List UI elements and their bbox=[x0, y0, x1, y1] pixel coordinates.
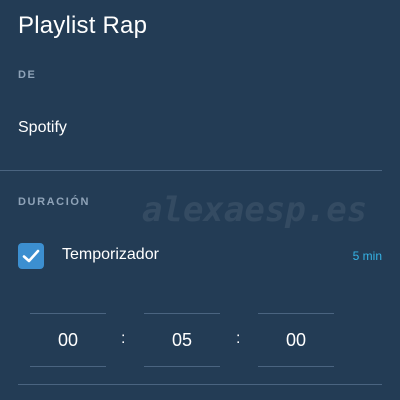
seconds-field[interactable]: 00 bbox=[258, 313, 334, 367]
source-section-label: DE bbox=[18, 69, 37, 81]
page-title: Playlist Rap bbox=[18, 12, 148, 39]
source-selector[interactable]: Spotify bbox=[0, 108, 382, 171]
timer-row[interactable]: Temporizador 5 min bbox=[0, 238, 400, 272]
timer-checkbox[interactable] bbox=[18, 243, 44, 269]
watermark: alexaesp.es bbox=[142, 190, 368, 230]
source-value: Spotify bbox=[18, 119, 67, 136]
divider bbox=[18, 384, 382, 385]
routine-action-screen: Playlist Rap DE Spotify DURACIÓN alexaes… bbox=[0, 0, 400, 400]
check-icon bbox=[22, 249, 40, 263]
time-separator: : bbox=[121, 330, 126, 347]
timer-summary: 5 min bbox=[352, 249, 382, 263]
minutes-field[interactable]: 05 bbox=[144, 313, 220, 367]
time-separator: : bbox=[236, 330, 241, 347]
hours-field[interactable]: 00 bbox=[30, 313, 106, 367]
timer-label: Temporizador bbox=[62, 246, 159, 263]
duration-section-label: DURACIÓN bbox=[18, 196, 91, 208]
